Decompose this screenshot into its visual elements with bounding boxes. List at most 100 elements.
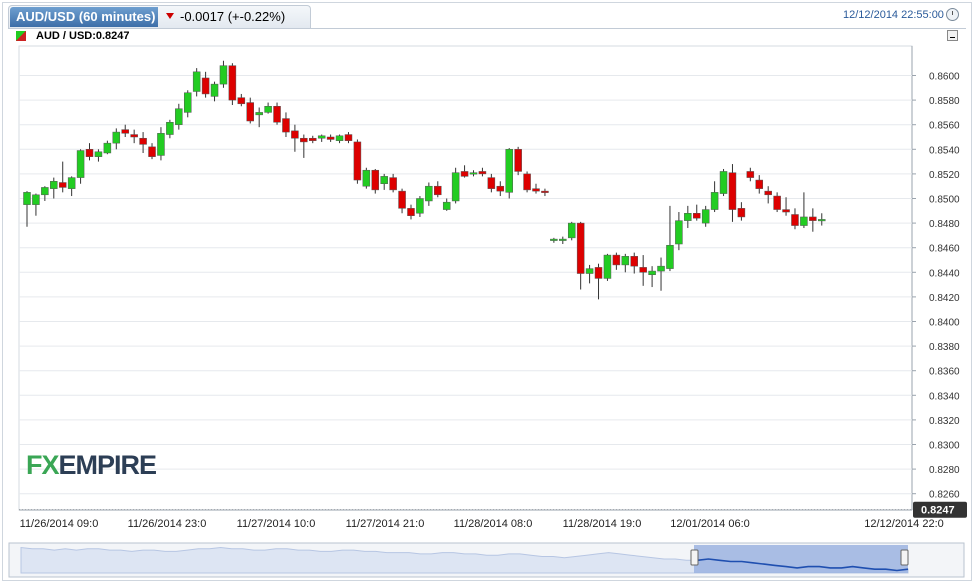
candle-body xyxy=(469,172,478,175)
candle-body xyxy=(371,169,380,191)
candle-body xyxy=(67,177,76,189)
fxempire-logo: FXEMPIRE xyxy=(26,450,158,481)
candle-body xyxy=(317,135,326,139)
candle-body xyxy=(94,151,103,157)
candle-body xyxy=(460,171,469,177)
candle-body xyxy=(550,238,558,241)
candle-body xyxy=(166,121,174,135)
candle-body xyxy=(666,244,674,269)
candle-body xyxy=(398,190,406,209)
candle-body xyxy=(264,106,272,113)
candle-body xyxy=(710,192,719,210)
candle-body xyxy=(326,136,335,140)
logo-fx: FX xyxy=(26,450,60,480)
y-tick-label: 0.8260 xyxy=(929,490,960,501)
candle-body xyxy=(567,222,576,239)
y-tick-label: 0.8560 xyxy=(929,121,960,132)
candle-body xyxy=(130,134,138,138)
y-tick-label: 0.8440 xyxy=(929,268,960,279)
candle-body xyxy=(192,71,201,92)
candle-body xyxy=(353,141,362,181)
x-tick-label: 11/27/2014 21:0 xyxy=(346,518,425,530)
candle-body xyxy=(255,112,263,116)
candle-body xyxy=(701,209,710,224)
y-tick-label: 0.8520 xyxy=(929,170,960,181)
candle-body xyxy=(76,150,85,178)
candle-body xyxy=(425,185,433,202)
candle-body xyxy=(210,83,219,97)
candle-body xyxy=(23,192,31,205)
candle-body xyxy=(675,220,683,245)
candle-body xyxy=(157,133,165,156)
candle-body xyxy=(648,270,656,276)
candle-body xyxy=(737,208,746,218)
navigator-right-handle[interactable] xyxy=(900,549,909,566)
candle-body xyxy=(514,149,522,172)
last-price-label: 0.8247 xyxy=(921,505,955,517)
candle-body xyxy=(764,190,772,196)
candle-body xyxy=(693,213,701,219)
candle-body xyxy=(300,137,308,143)
y-tick-label: 0.8500 xyxy=(929,195,960,206)
x-tick-label: 11/26/2014 23:0 xyxy=(128,518,207,530)
candle-body xyxy=(416,198,424,214)
candle-body xyxy=(773,195,781,210)
plot-area xyxy=(18,45,913,511)
y-tick-label: 0.8480 xyxy=(929,219,960,230)
y-tick-label: 0.8420 xyxy=(929,293,960,304)
x-tick-label: 11/28/2014 08:0 xyxy=(454,518,533,530)
candle-body xyxy=(389,177,397,191)
y-tick-label: 0.8600 xyxy=(929,72,960,83)
candle-body xyxy=(532,188,540,192)
candle-body xyxy=(50,181,58,189)
candle-body xyxy=(657,265,665,272)
candle-body xyxy=(818,219,826,222)
candle-body xyxy=(407,208,415,216)
y-tick-label: 0.8300 xyxy=(929,441,960,452)
candle-body xyxy=(478,171,487,175)
y-tick-label: 0.8380 xyxy=(929,342,960,353)
candle-body xyxy=(228,65,237,101)
candle-body xyxy=(612,254,621,266)
candle-body xyxy=(139,137,147,145)
candle-body xyxy=(103,142,112,154)
candle-body xyxy=(791,214,799,226)
candle-body xyxy=(576,222,585,274)
candle-body xyxy=(219,65,228,85)
navigator-left-handle[interactable] xyxy=(690,549,699,566)
y-tick-label: 0.8400 xyxy=(929,318,960,329)
y-tick-label: 0.8540 xyxy=(929,145,960,156)
x-tick-label: 11/26/2014 09:0 xyxy=(20,518,99,530)
candle-body xyxy=(746,171,755,178)
candle-body xyxy=(487,177,496,189)
candle-body xyxy=(41,187,49,196)
candle-body xyxy=(175,108,183,125)
candle-body xyxy=(434,185,442,196)
candle-body xyxy=(809,216,817,221)
candle-body xyxy=(148,146,156,157)
candle-body xyxy=(621,256,630,266)
y-tick-label: 0.8280 xyxy=(929,465,960,476)
candle-body xyxy=(121,129,129,134)
candle-body xyxy=(755,179,764,189)
candle-body xyxy=(58,182,67,188)
candle-body xyxy=(237,97,246,105)
candle-body xyxy=(559,238,567,241)
logo-empire: EMPIRE xyxy=(58,450,158,480)
y-tick-label: 0.8360 xyxy=(929,367,960,378)
candle-body xyxy=(728,172,737,210)
candle-body xyxy=(496,185,505,192)
y-tick-label: 0.8460 xyxy=(929,244,960,255)
candle-body xyxy=(380,176,388,184)
x-tick-label: 12/01/2014 06:0 xyxy=(670,518,750,530)
candle-body xyxy=(800,216,808,226)
candle-body xyxy=(32,194,40,205)
candle-body xyxy=(344,134,353,141)
candle-body xyxy=(85,149,94,157)
candle-body xyxy=(594,267,603,279)
candle-body xyxy=(362,169,371,187)
y-tick-label: 0.8580 xyxy=(929,96,960,107)
x-tick-label: 11/28/2014 19:0 xyxy=(563,518,642,530)
candle-body xyxy=(541,190,549,193)
x-tick-label: 11/27/2014 10:0 xyxy=(237,518,316,530)
